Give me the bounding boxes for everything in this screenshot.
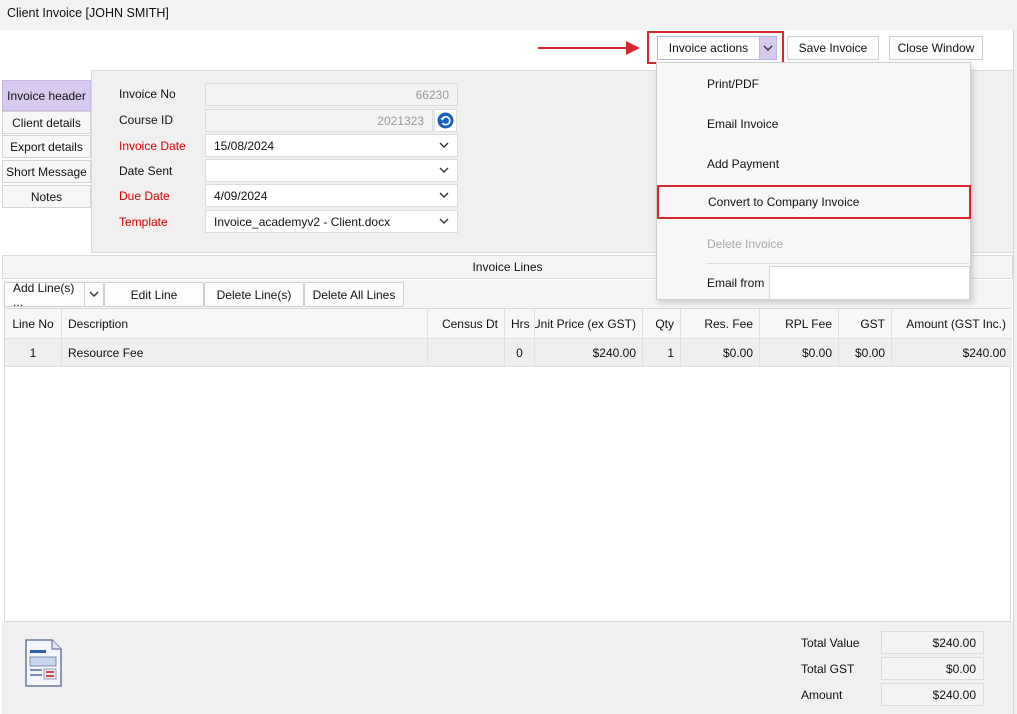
close-window-button[interactable]: Close Window	[889, 36, 983, 60]
refresh-course-button[interactable]	[434, 109, 457, 132]
course-id-label: Course ID	[119, 113, 174, 127]
total-gst-label: Total GST	[801, 662, 855, 676]
due-date-value: 4/09/2024	[214, 188, 268, 203]
column-header-line-no[interactable]: Line No	[5, 309, 62, 338]
email-from-input[interactable]	[769, 266, 970, 300]
cell-gst: $0.00	[839, 339, 892, 366]
chevron-down-icon	[439, 217, 449, 227]
total-gst-field: $0.00	[881, 657, 984, 680]
column-header-hrs[interactable]: Hrs	[505, 309, 535, 338]
template-value: Invoice_academyv2 - Client.docx	[214, 214, 391, 229]
cell-rpl-fee: $0.00	[760, 339, 839, 366]
menu-separator	[707, 263, 969, 264]
invoice-date-label: Invoice Date	[119, 139, 186, 153]
table-row[interactable]: 1 Resource Fee 0 $240.00 1 $0.00 $0.00 $…	[5, 339, 1012, 367]
invoice-date-select[interactable]: 15/08/2024	[205, 134, 458, 157]
column-header-rpl-fee[interactable]: RPL Fee	[760, 309, 839, 338]
chevron-down-icon	[439, 166, 449, 176]
add-lines-label: Add Line(s) ...	[13, 280, 75, 309]
cell-line-no: 1	[5, 339, 62, 366]
cell-res-fee: $0.00	[681, 339, 760, 366]
invoice-lines-grid: Line No Description Census Dt Hrs Unit P…	[4, 308, 1012, 622]
invoice-actions-dropdown[interactable]: Invoice actions	[657, 36, 777, 60]
template-label: Template	[119, 215, 168, 229]
email-from-label: Email from	[707, 276, 765, 290]
cell-amount: $240.00	[962, 345, 1006, 360]
tab-notes[interactable]: Notes	[2, 185, 91, 208]
invoice-no-value: 66230	[415, 87, 449, 102]
cell-qty: 1	[643, 339, 681, 366]
column-header-res-fee[interactable]: Res. Fee	[681, 309, 760, 338]
grid-header-row: Line No Description Census Dt Hrs Unit P…	[5, 309, 1012, 339]
red-arrow-annotation	[538, 47, 630, 49]
add-lines-button[interactable]: Add Line(s) ...	[4, 280, 104, 309]
window-title: Client Invoice [JOHN SMITH]	[7, 6, 169, 20]
menu-item-add-payment[interactable]: Add Payment	[657, 146, 970, 182]
template-select[interactable]: Invoice_academyv2 - Client.docx	[205, 210, 458, 233]
invoice-no-label: Invoice No	[119, 87, 176, 101]
date-sent-label: Date Sent	[119, 164, 173, 178]
totals-panel	[2, 622, 1013, 714]
course-id-value: 2021323	[377, 113, 424, 128]
amount-field: $240.00	[881, 683, 984, 706]
chevron-down-icon	[439, 191, 449, 201]
total-value-field: $240.00	[881, 631, 984, 654]
date-sent-select[interactable]	[205, 159, 458, 182]
chevron-down-icon[interactable]	[760, 37, 776, 59]
course-id-field: 2021323	[205, 109, 433, 132]
chevron-down-icon	[439, 141, 449, 151]
column-header-unit-price[interactable]: Unit Price (ex GST)	[535, 309, 643, 338]
tab-short-message[interactable]: Short Message	[2, 160, 91, 183]
cell-description: Resource Fee	[62, 339, 428, 366]
total-value-label: Total Value	[801, 636, 860, 650]
invoice-actions-label: Invoice actions	[658, 37, 760, 59]
due-date-label: Due Date	[119, 189, 170, 203]
column-header-census-dt[interactable]: Census Dt	[428, 309, 505, 338]
invoice-date-value: 15/08/2024	[214, 138, 275, 153]
menu-item-delete-invoice: Delete Invoice	[707, 237, 784, 251]
invoice-no-field: 66230	[205, 83, 458, 106]
red-arrow-head	[626, 41, 640, 55]
edit-line-button[interactable]: Edit Line	[104, 282, 204, 307]
tab-client-details[interactable]: Client details	[2, 111, 91, 134]
tab-export-details[interactable]: Export details	[2, 135, 91, 158]
column-header-qty[interactable]: Qty	[643, 309, 681, 338]
window-edge	[1013, 30, 1017, 714]
menu-item-print-pdf[interactable]: Print/PDF	[657, 66, 970, 102]
delete-all-lines-button[interactable]: Delete All Lines	[304, 282, 404, 307]
column-header-description[interactable]: Description	[62, 309, 428, 338]
cell-hrs: 0	[505, 339, 535, 366]
save-invoice-button[interactable]: Save Invoice	[787, 36, 879, 60]
tab-invoice-header[interactable]: Invoice header	[2, 80, 91, 111]
invoice-actions-menu: Print/PDF Email Invoice Add Payment Conv…	[656, 62, 971, 300]
chevron-down-icon[interactable]	[84, 283, 99, 306]
menu-item-email-invoice[interactable]: Email Invoice	[657, 106, 970, 142]
refresh-icon	[437, 112, 454, 129]
cell-census-dt	[428, 339, 505, 366]
amount-label: Amount	[801, 688, 843, 702]
invoice-document-icon	[23, 638, 63, 688]
column-header-amount[interactable]: Amount (GST Inc.)	[892, 309, 1012, 338]
due-date-select[interactable]: 4/09/2024	[205, 184, 458, 207]
cell-unit-price: $240.00	[535, 339, 643, 366]
menu-item-convert-to-company-invoice[interactable]: Convert to Company Invoice	[657, 185, 971, 219]
column-header-gst[interactable]: GST	[839, 309, 892, 338]
delete-lines-button[interactable]: Delete Line(s)	[204, 282, 304, 307]
